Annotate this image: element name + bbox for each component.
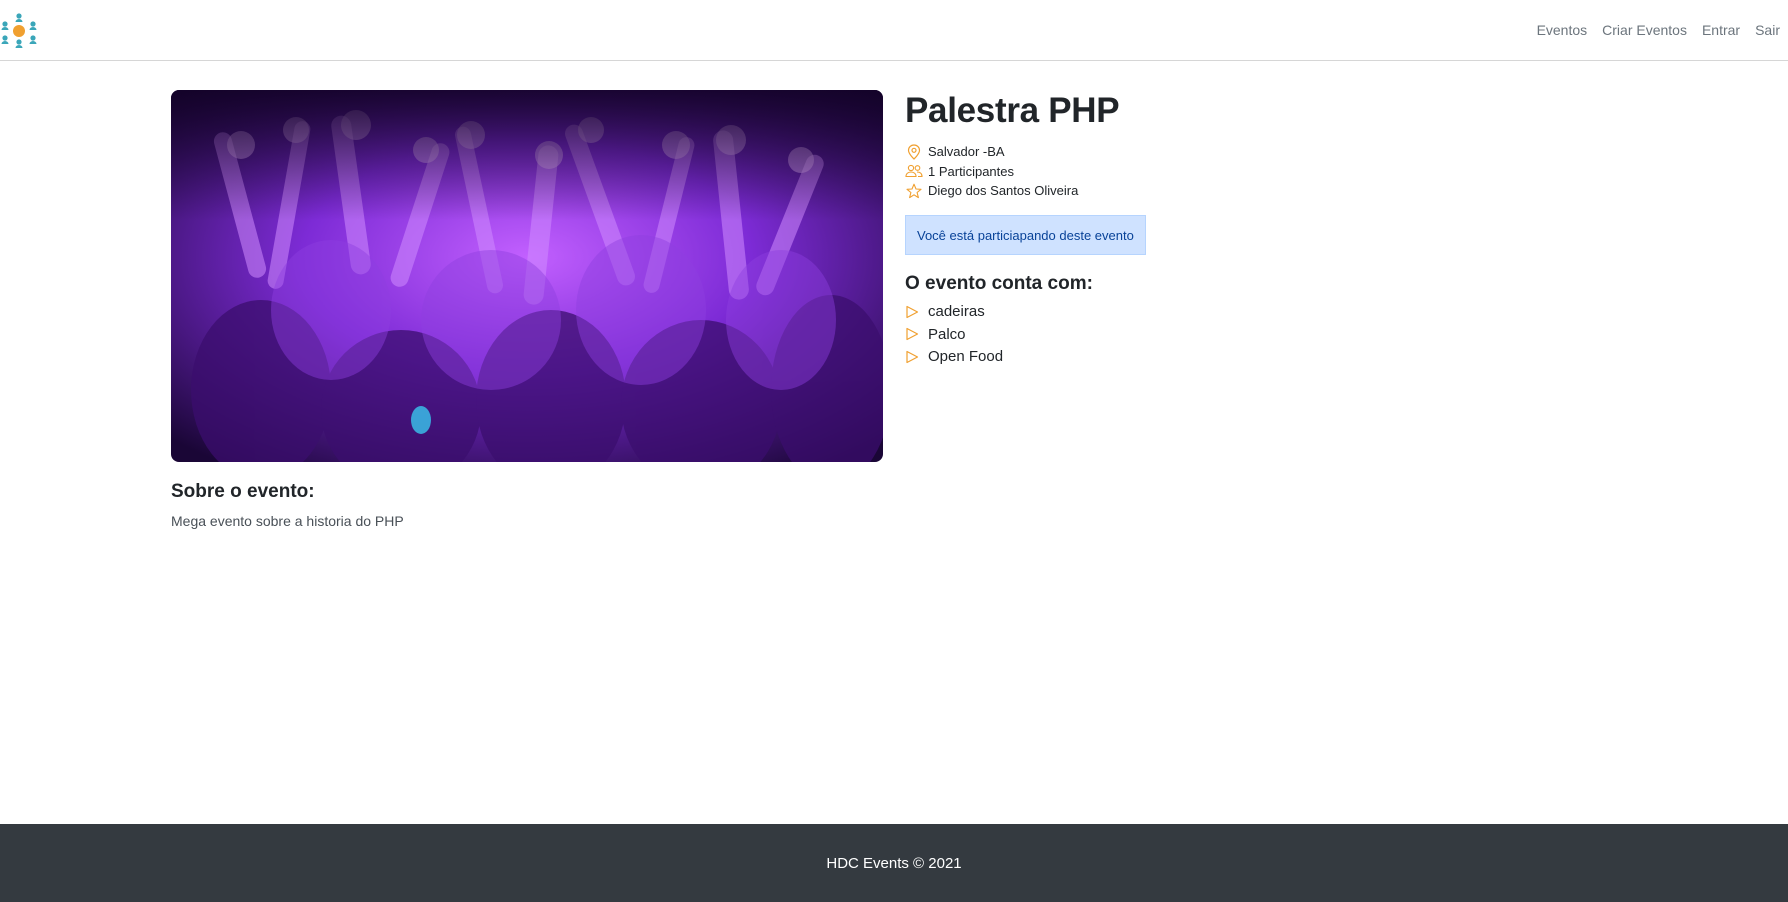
play-icon — [905, 349, 923, 365]
feature-label: Open Food — [928, 348, 1004, 366]
about-event: Sobre o evento: Mega evento sobre a hist… — [171, 481, 404, 529]
event-meta: Salvador -BA 1 Participantes Diego dos S… — [905, 142, 1146, 201]
event-city: Salvador -BA — [905, 142, 1146, 162]
footer-text: HDC Events © 2021 — [826, 854, 962, 872]
people-icon — [905, 163, 923, 179]
navbar: Eventos Criar Eventos Entrar Sair — [0, 0, 1788, 61]
event-title: Palestra PHP — [905, 91, 1120, 130]
footer: HDC Events © 2021 — [0, 824, 1788, 902]
feature-label: cadeiras — [928, 303, 985, 321]
nav-criar-eventos[interactable]: Criar Eventos — [1602, 22, 1687, 38]
nav-eventos[interactable]: Eventos — [1537, 22, 1588, 38]
play-icon — [905, 326, 923, 342]
event-description: Mega evento sobre a historia do PHP — [171, 513, 404, 529]
logo[interactable] — [0, 12, 38, 50]
event-participants: 1 Participantes — [905, 162, 1146, 182]
event-info: Palestra PHP Salvador -BA 1 Participante… — [905, 90, 1146, 368]
people-network-icon — [1, 13, 37, 48]
participation-alert: Você está particiapando deste evento — [905, 214, 1146, 255]
play-icon — [905, 304, 923, 320]
main-nav: Eventos Criar Eventos Entrar Sair — [1537, 22, 1780, 38]
features-list: cadeiras Palco Open Food — [905, 301, 1146, 369]
event-participants-text: 1 Participantes — [928, 163, 1014, 179]
star-icon — [905, 183, 923, 199]
about-title: Sobre o evento: — [171, 481, 315, 502]
list-item: cadeiras — [905, 301, 1146, 324]
nav-sair[interactable]: Sair — [1755, 22, 1780, 38]
features-title: O evento conta com: — [905, 272, 1093, 294]
location-pin-icon — [905, 144, 923, 160]
list-item: Palco — [905, 323, 1146, 346]
event-city-text: Salvador -BA — [928, 144, 1005, 160]
event-image — [171, 90, 883, 462]
nav-entrar[interactable]: Entrar — [1702, 22, 1740, 38]
event-owner-text: Diego dos Santos Oliveira — [928, 183, 1079, 199]
list-item: Open Food — [905, 346, 1146, 369]
feature-label: Palco — [928, 325, 966, 343]
event-owner: Diego dos Santos Oliveira — [905, 181, 1146, 201]
